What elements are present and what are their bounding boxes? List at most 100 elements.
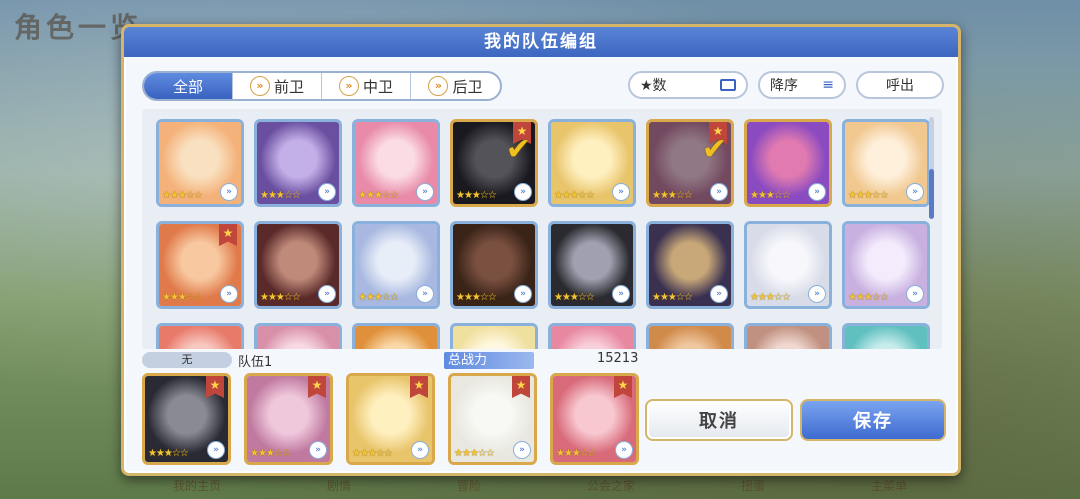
tab-all[interactable]: 全部: [144, 73, 233, 99]
roster-character-card[interactable]: ★★★☆☆»: [254, 323, 342, 349]
rarity-stars-icon: ★★★☆☆: [250, 448, 291, 459]
sort-order-label: 降序: [770, 78, 798, 94]
roster-character-card[interactable]: ★★★☆☆»: [450, 323, 538, 349]
rarity-stars-icon: ★★★☆☆: [848, 292, 889, 303]
background-nav-item: 扭蛋: [740, 479, 765, 493]
rarity-stars-icon: ★★★☆☆: [148, 448, 189, 459]
total-power-value: 15213: [597, 351, 639, 366]
save-button[interactable]: 保存: [800, 399, 946, 441]
tab-front[interactable]: » 前卫: [233, 73, 322, 99]
role-icon: »: [514, 183, 532, 201]
role-icon: »: [710, 285, 728, 303]
character-portrait: [159, 326, 241, 349]
rarity-stars-icon: ★★★☆☆: [162, 292, 203, 303]
role-icon: »: [612, 285, 630, 303]
character-roster[interactable]: ★★★☆☆» ★★★☆☆» ★★★☆☆» ★★★☆☆» ★ ✔ ★★★☆☆» ★★★☆☆» ★ ✔…: [142, 109, 942, 349]
rarity-stars-icon: ★★★☆☆: [848, 190, 889, 201]
selected-check-icon: ✔: [505, 132, 531, 167]
roster-character-card[interactable]: ★★★☆☆ »: [548, 221, 636, 309]
role-icon: »: [416, 183, 434, 201]
rarity-stars-icon: ★★★☆☆: [358, 292, 399, 303]
roster-character-card[interactable]: ★★★☆☆»: [744, 323, 832, 349]
role-icon: »: [318, 183, 336, 201]
tab-middle[interactable]: » 中卫: [322, 73, 411, 99]
rarity-stars-icon: ★★★☆☆: [456, 292, 497, 303]
tab-label: 后卫: [452, 77, 483, 96]
roster-character-card[interactable]: ★★★☆☆»: [352, 323, 440, 349]
roster-scroll-thumb[interactable]: [929, 169, 934, 219]
rarity-stars-icon: ★★★☆☆: [352, 448, 393, 459]
tab-label: 全部: [172, 77, 203, 96]
team-name: 队伍1: [238, 355, 273, 370]
tab-back[interactable]: » 后卫: [411, 73, 500, 99]
rarity-stars-icon: ★★★☆☆: [260, 190, 301, 201]
dialog-title: 我的队伍编组: [124, 27, 958, 57]
background-nav: 我的主页 剧情 冒险 公会之家 扭蛋 主菜单: [120, 477, 960, 499]
rarity-stars-icon: ★★★☆☆: [750, 190, 791, 201]
team-slot-card[interactable]: ★★★☆☆» ★: [142, 373, 231, 465]
background-nav-item: 主菜单: [870, 479, 907, 493]
sort-lines-icon: ≡: [822, 77, 834, 93]
character-portrait: [845, 326, 927, 349]
character-portrait: [649, 326, 731, 349]
background-nav-item: 我的主页: [172, 479, 221, 493]
roster-character-card[interactable]: ★★★☆☆»: [156, 323, 244, 349]
roster-character-card[interactable]: ★★★☆☆»: [548, 323, 636, 349]
role-icon: »: [207, 441, 225, 459]
roster-character-card[interactable]: ★★★☆☆»: [646, 221, 734, 309]
role-filter-tabs: 全部 » 前卫 » 中卫 » 后卫: [142, 71, 502, 101]
middle-role-icon: »: [338, 76, 359, 96]
role-icon: »: [615, 441, 633, 459]
roster-character-card[interactable]: ★★★☆☆»: [842, 323, 930, 349]
background-nav-item: 公会之家: [586, 479, 635, 493]
character-portrait: [551, 326, 633, 349]
roster-character-card[interactable]: ★★★☆☆» ★ ✔: [646, 119, 734, 207]
team-slot-card[interactable]: ★★★☆☆» ★: [346, 373, 435, 465]
team-none-label: 无: [142, 352, 232, 368]
role-icon: »: [309, 441, 327, 459]
rarity-stars-icon: ★★★☆☆: [554, 292, 595, 303]
roster-character-card[interactable]: ★★★☆☆»: [744, 221, 832, 309]
roster-character-card[interactable]: ★★★☆☆» ★: [156, 221, 244, 309]
team-slot-card[interactable]: ★★★☆☆» ★: [448, 373, 537, 465]
roster-character-card[interactable]: ★★★☆☆»: [842, 221, 930, 309]
tab-label: 前卫: [273, 77, 304, 96]
team-info-bar: 无 队伍1 总战力 15213: [142, 351, 642, 370]
background-nav-item: 剧情: [326, 479, 351, 493]
rarity-stars-icon: ★★★☆☆: [358, 190, 399, 201]
roster-character-card[interactable]: ★★★☆☆»: [254, 221, 342, 309]
role-icon: »: [906, 183, 924, 201]
role-icon: »: [710, 183, 728, 201]
roster-character-card[interactable]: ★★★☆☆»: [744, 119, 832, 207]
roster-character-card[interactable]: ★★★☆☆»: [156, 119, 244, 207]
team-slot-card[interactable]: ★★★☆☆» ★: [550, 373, 639, 465]
rarity-stars-icon: ★★★☆☆: [750, 292, 791, 303]
character-portrait: [453, 326, 535, 349]
roster-grid: ★★★☆☆» ★★★☆☆» ★★★☆☆» ★★★☆☆» ★ ✔ ★★★☆☆» ★★★☆☆» ★ ✔…: [156, 119, 930, 349]
roster-character-card[interactable]: ★★★☆☆ »: [450, 221, 538, 309]
roster-character-card[interactable]: ★★★☆☆» ★ ✔: [450, 119, 538, 207]
roster-character-card[interactable]: ★★★☆☆ »: [352, 221, 440, 309]
cancel-button[interactable]: 取消: [645, 399, 793, 441]
rarity-stars-icon: ★★★☆☆: [556, 448, 597, 459]
roster-character-card[interactable]: ★★★☆☆»: [646, 323, 734, 349]
rarity-stars-icon: ★★★☆☆: [554, 190, 595, 201]
call-button[interactable]: 呼出: [856, 71, 944, 99]
roster-character-card[interactable]: ★★★☆☆ »: [842, 119, 930, 207]
tab-label: 中卫: [362, 77, 393, 96]
role-icon: »: [416, 285, 434, 303]
sort-field-button[interactable]: ★数: [628, 71, 748, 99]
role-icon: »: [612, 183, 630, 201]
roster-character-card[interactable]: ★★★☆☆ »: [254, 119, 342, 207]
toolbar: 全部 » 前卫 » 中卫 » 后卫 ★数 降序 ≡ 呼出: [142, 71, 944, 101]
sort-order-button[interactable]: 降序 ≡: [758, 71, 846, 99]
sort-window-icon: [720, 79, 736, 91]
character-portrait: [355, 326, 437, 349]
roster-character-card[interactable]: ★★★☆☆ »: [548, 119, 636, 207]
team-edit-dialog: 我的队伍编组 全部 » 前卫 » 中卫 » 后卫 ★数 降序 ≡ 呼出 ★★★☆☆» ★…: [121, 24, 961, 476]
team-slot-card[interactable]: ★★★☆☆» ★: [244, 373, 333, 465]
selected-check-icon: ✔: [701, 132, 727, 167]
role-icon: »: [514, 285, 532, 303]
sort-field-label: ★数: [640, 78, 667, 94]
roster-character-card[interactable]: ★★★☆☆ »: [352, 119, 440, 207]
